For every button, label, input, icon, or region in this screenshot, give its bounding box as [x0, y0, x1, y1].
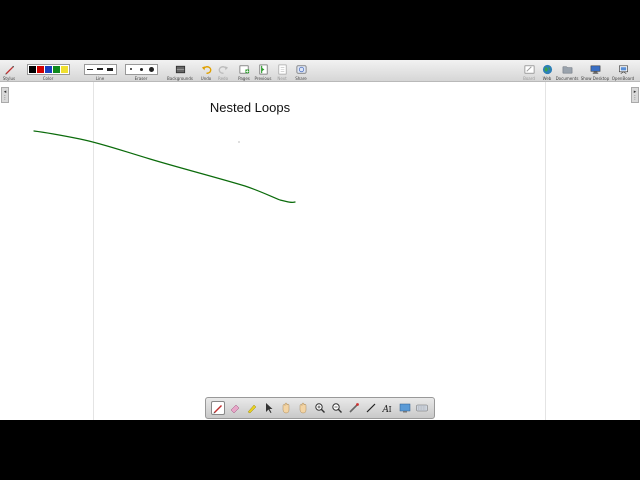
line-tool[interactable] — [364, 401, 378, 415]
left-side-panel-toggle[interactable]: ◂ ⋮ — [1, 87, 9, 103]
color-swatch-green[interactable] — [52, 65, 60, 73]
capture-tool[interactable] — [398, 401, 412, 415]
hand-icon — [282, 402, 289, 414]
next-label: Next — [277, 76, 287, 81]
eraser-icon — [230, 404, 239, 414]
line-label: Line — [95, 76, 105, 81]
openboard-menu-button[interactable]: OpenBoard — [611, 60, 635, 82]
backgrounds-icon — [175, 64, 186, 75]
text-icon: AI — [382, 405, 392, 414]
web-label: Web — [542, 76, 552, 81]
capture-icon — [399, 403, 411, 413]
backgrounds-button[interactable]: Backgrounds — [166, 60, 194, 82]
line-width-thin[interactable] — [86, 66, 95, 73]
play-tool[interactable] — [279, 401, 293, 415]
openboard-label: OpenBoard — [611, 76, 635, 81]
keyboard-icon — [416, 404, 429, 412]
folder-icon — [562, 64, 573, 75]
previous-page-icon — [258, 64, 269, 75]
pages-label: Pages — [238, 76, 250, 81]
globe-icon — [542, 64, 553, 75]
next-page-button[interactable]: Next — [275, 60, 289, 82]
pen-icon — [213, 405, 222, 414]
eraser-label: Eraser — [134, 76, 148, 81]
openboard-window: Stylus Color Line Eraser Backgrounds Und… — [0, 60, 640, 420]
color-swatch-yellow[interactable] — [60, 65, 68, 73]
color-swatch-black[interactable] — [28, 65, 36, 73]
redo-icon — [218, 64, 229, 75]
previous-page-button[interactable]: Previous — [254, 60, 272, 82]
documents-mode-button[interactable]: Documents — [556, 60, 578, 82]
stylus-icon — [4, 64, 15, 75]
previous-label: Previous — [254, 76, 272, 81]
arrow-cursor-icon — [265, 403, 273, 413]
eraser-size-group: Eraser — [124, 60, 158, 82]
eraser-size-small[interactable] — [127, 66, 136, 73]
zoom-in-tool[interactable] — [313, 401, 327, 415]
top-toolbar: Stylus Color Line Eraser Backgrounds Und… — [0, 60, 640, 82]
line-icon — [366, 403, 376, 413]
whiteboard-canvas[interactable]: Nested Loops ◂ ⋮ ▸ ⋮ — [0, 82, 640, 420]
line-width-thick[interactable] — [106, 66, 115, 73]
line-width-group: Line — [83, 60, 117, 82]
documents-label: Documents — [555, 76, 579, 81]
zoom-out-tool[interactable] — [330, 401, 344, 415]
board-mode-button[interactable]: Board — [522, 60, 536, 82]
pages-icon — [239, 64, 250, 75]
laser-pointer-tool[interactable] — [347, 401, 361, 415]
hand-tool[interactable] — [296, 401, 310, 415]
eraser-tool[interactable] — [228, 401, 242, 415]
eraser-size-large[interactable] — [147, 66, 156, 73]
web-mode-button[interactable]: Web — [540, 60, 554, 82]
board-label: Board — [523, 76, 535, 81]
ink-stroke[interactable] — [33, 130, 296, 203]
marker-icon — [247, 404, 256, 414]
selector-tool[interactable] — [262, 401, 276, 415]
color-swatch-red[interactable] — [36, 65, 44, 73]
color-swatch-blue[interactable] — [44, 65, 52, 73]
virtual-keyboard-tool[interactable] — [415, 401, 429, 415]
zoom-out-icon — [332, 403, 342, 413]
redo-button[interactable]: Redo — [216, 60, 230, 82]
right-dots-icon: ⋮ — [632, 95, 638, 101]
pen-tool[interactable] — [210, 401, 225, 415]
color-palette — [26, 63, 70, 75]
share-button[interactable]: Share — [294, 60, 308, 82]
undo-label: Undo — [200, 76, 212, 81]
right-side-panel-toggle[interactable]: ▸ ⋮ — [631, 87, 639, 103]
stylus-button[interactable]: Stylus — [2, 60, 16, 82]
pages-button[interactable]: Pages — [237, 60, 251, 82]
redo-label: Redo — [217, 76, 229, 81]
hand-icon — [299, 402, 307, 414]
svg-text:I: I — [389, 405, 392, 414]
board-icon — [524, 64, 535, 75]
desktop-icon — [590, 64, 601, 75]
text-tool[interactable]: AI — [381, 401, 395, 415]
stylus-palette: AI — [205, 397, 435, 419]
stylus-label: Stylus — [2, 76, 16, 81]
line-width-medium[interactable] — [96, 66, 105, 73]
openboard-logo-icon — [618, 64, 629, 75]
eraser-size-selector — [124, 63, 158, 75]
left-dots-icon: ⋮ — [2, 95, 8, 101]
eraser-size-medium[interactable] — [137, 66, 146, 73]
share-icon — [296, 64, 307, 75]
show-desktop-button[interactable]: Show Desktop — [580, 60, 610, 82]
next-page-icon — [277, 64, 288, 75]
ink-layer — [33, 130, 296, 203]
laser-pointer-icon — [349, 403, 359, 413]
show-desktop-label: Show Desktop — [580, 76, 610, 81]
undo-icon — [201, 64, 212, 75]
color-label: Color — [42, 76, 54, 81]
zoom-in-icon — [315, 403, 325, 413]
ink-dot — [238, 141, 240, 143]
color-group: Color — [20, 60, 76, 82]
backgrounds-label: Backgrounds — [167, 76, 193, 81]
share-label: Share — [295, 76, 307, 81]
line-width-selector — [83, 63, 117, 75]
marker-tool[interactable] — [245, 401, 259, 415]
undo-button[interactable]: Undo — [199, 60, 213, 82]
